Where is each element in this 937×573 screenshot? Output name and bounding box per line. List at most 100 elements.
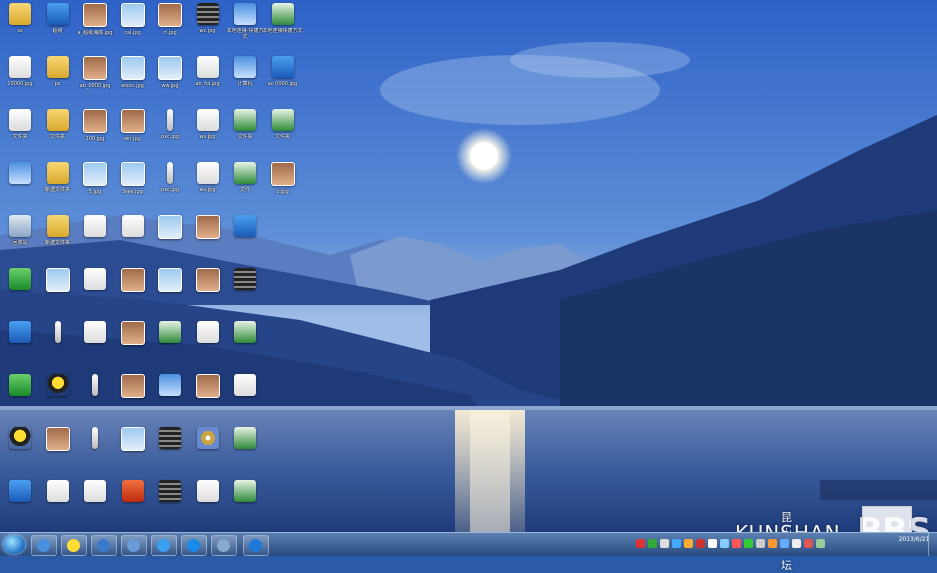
tray-icon[interactable]: [708, 539, 717, 548]
desktop-shortcut[interactable]: [115, 321, 151, 367]
taskbar-button[interactable]: [211, 535, 237, 556]
desktop-shortcut[interactable]: ww.jpg: [152, 56, 188, 102]
taskbar-button[interactable]: [61, 535, 87, 556]
desktop-shortcut[interactable]: [190, 321, 226, 367]
desktop-shortcut[interactable]: 本地连接-快捷方式: [227, 3, 263, 49]
desktop-shortcut[interactable]: 文件: [227, 162, 263, 208]
taskbar-button[interactable]: [91, 535, 117, 556]
desktop-shortcut[interactable]: [2, 427, 38, 473]
desktop-shortcut[interactable]: [115, 215, 151, 261]
tray-icon[interactable]: [720, 539, 729, 548]
desktop-shortcut[interactable]: [77, 268, 113, 314]
desktop-shortcut[interactable]: 新建文件夹: [40, 215, 76, 261]
desktop-shortcut[interactable]: [77, 427, 113, 473]
desktop-shortcut[interactable]: [152, 427, 188, 473]
desktop-shortcut[interactable]: ab_fol.jpg: [190, 56, 226, 102]
taskbar-button[interactable]: [181, 535, 207, 556]
tray-icon[interactable]: [684, 539, 693, 548]
desktop-shortcut[interactable]: [40, 268, 76, 314]
tray-icon[interactable]: [648, 539, 657, 548]
desktop-shortcut[interactable]: 文件夹: [227, 109, 263, 155]
desktop-shortcut[interactable]: [190, 427, 226, 473]
desktop-shortcut[interactable]: [115, 427, 151, 473]
tray-icon[interactable]: [804, 539, 813, 548]
desktop-shortcut[interactable]: [2, 268, 38, 314]
start-button[interactable]: [3, 535, 25, 554]
tray-icon[interactable]: [792, 539, 801, 548]
desktop-shortcut[interactable]: [77, 215, 113, 261]
desktop-shortcut[interactable]: [2, 480, 38, 526]
desktop-shortcut[interactable]: o.jpg: [265, 162, 301, 208]
tray-icon[interactable]: [672, 539, 681, 548]
desktop-shortcut[interactable]: woon.jpg: [115, 56, 151, 102]
desktop-shortcut[interactable]: ss: [2, 3, 38, 49]
tray-icon[interactable]: [744, 539, 753, 548]
desktop-shortcut[interactable]: [115, 480, 151, 526]
tray-icon[interactable]: [768, 539, 777, 548]
desktop-shortcut[interactable]: [227, 215, 263, 261]
desktop-shortcut[interactable]: 文件夹: [2, 109, 38, 155]
taskbar-button[interactable]: [31, 535, 57, 556]
desktop-shortcut[interactable]: ps: [40, 56, 76, 102]
desktop-shortcut[interactable]: [227, 427, 263, 473]
tray-icon[interactable]: [756, 539, 765, 548]
desktop-shortcut[interactable]: Stee.jpg: [115, 162, 151, 208]
show-desktop-button[interactable]: [928, 533, 937, 556]
tray-icon[interactable]: [636, 539, 645, 548]
desktop-shortcut[interactable]: [190, 268, 226, 314]
desktop-shortcut[interactable]: ab_0000.jpg: [77, 56, 113, 102]
desktop-shortcut[interactable]: [77, 480, 113, 526]
desktop-shortcut[interactable]: 超级: [40, 3, 76, 49]
desktop-shortcut[interactable]: [2, 321, 38, 367]
desktop-shortcut[interactable]: [227, 268, 263, 314]
desktop-shortcut[interactable]: [152, 215, 188, 261]
desktop-shortcut[interactable]: 100.jpg: [77, 109, 113, 155]
desktop-shortcut[interactable]: ac 0000.jpg: [265, 56, 301, 102]
desktop-shortcut[interactable]: ws.jpg: [190, 109, 226, 155]
desktop-shortcut[interactable]: [190, 374, 226, 420]
desktop-shortcut[interactable]: 文件夹: [40, 109, 76, 155]
desktop-shortcut[interactable]: a_超级海底.jpg: [77, 3, 113, 49]
desktop-shortcut[interactable]: [2, 162, 38, 208]
desktop-shortcut[interactable]: 新建文件夹: [40, 162, 76, 208]
desktop-shortcut[interactable]: [77, 321, 113, 367]
desktop-shortcut[interactable]: 回收站: [2, 215, 38, 261]
desktop-shortcut[interactable]: [40, 480, 76, 526]
desktop-shortcut[interactable]: cal.jpg: [115, 3, 151, 49]
tray-icon[interactable]: [732, 539, 741, 548]
desktop-shortcut[interactable]: 文件夹: [265, 109, 301, 155]
desktop-shortcut[interactable]: [115, 374, 151, 420]
desktop-shortcut[interactable]: [152, 480, 188, 526]
tray-icon[interactable]: [780, 539, 789, 548]
desktop-shortcut[interactable]: wn.jpg: [115, 109, 151, 155]
desktop-shortcut[interactable]: pxc.jpg: [152, 109, 188, 155]
desktop-shortcut[interactable]: ws.jpg: [190, 162, 226, 208]
desktop-shortcut[interactable]: cl.jpg: [152, 3, 188, 49]
desktop-shortcut[interactable]: [227, 374, 263, 420]
desktop-shortcut[interactable]: pxc.jpg: [152, 162, 188, 208]
desktop-shortcut[interactable]: [115, 268, 151, 314]
desktop-shortcut[interactable]: [152, 321, 188, 367]
desktop-shortcut[interactable]: [40, 321, 76, 367]
desktop-shortcut[interactable]: 计算机: [227, 56, 263, 102]
desktop-shortcut[interactable]: [77, 374, 113, 420]
desktop-shortcut[interactable]: 5.jpg: [77, 162, 113, 208]
taskbar-button[interactable]: [243, 535, 269, 556]
desktop-shortcut[interactable]: [190, 480, 226, 526]
tray-icon[interactable]: [696, 539, 705, 548]
desktop-shortcut[interactable]: wc.jpg: [190, 3, 226, 49]
desktop-shortcut[interactable]: [40, 374, 76, 420]
desktop-shortcut[interactable]: [40, 427, 76, 473]
desktop-shortcut[interactable]: 本地连接快捷方式: [263, 3, 303, 49]
desktop-shortcut[interactable]: [227, 321, 263, 367]
notification-popup[interactable]: [862, 506, 912, 534]
taskbar-button[interactable]: [121, 535, 147, 556]
taskbar-button[interactable]: [151, 535, 177, 556]
desktop-shortcut[interactable]: 10000.jpg: [2, 56, 38, 102]
tray-icon[interactable]: [660, 539, 669, 548]
tray-icon[interactable]: [816, 539, 825, 548]
desktop-shortcut[interactable]: [190, 215, 226, 261]
desktop-shortcut[interactable]: [152, 268, 188, 314]
desktop-shortcut[interactable]: [152, 374, 188, 420]
desktop-shortcut[interactable]: [227, 480, 263, 526]
